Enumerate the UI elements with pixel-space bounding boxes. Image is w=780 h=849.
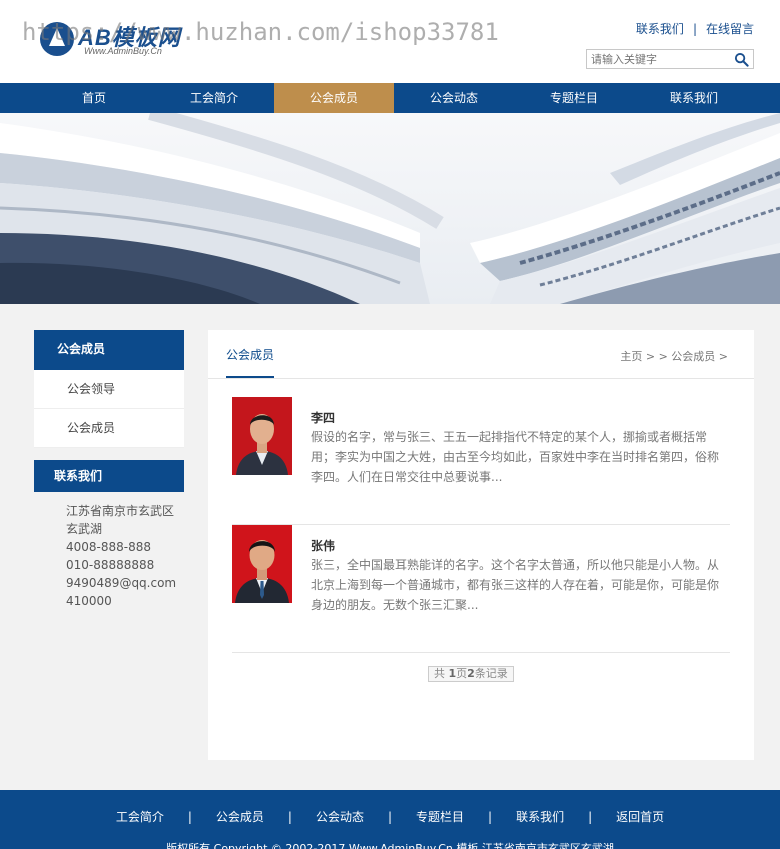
footer: 工会简介 | 公会成员 | 公会动态 | 专题栏目 | 联系我们 | 返回首页 版权所有 Copyr… — [0, 790, 780, 849]
pagination-middle: 页 — [456, 667, 468, 680]
nav-item-contact[interactable]: 联系我们 — [634, 83, 754, 113]
nav-item-intro[interactable]: 工会简介 — [154, 83, 274, 113]
top-link-message[interactable]: 在线留言 — [706, 22, 754, 36]
contact-tel: 010-88888888 — [66, 558, 155, 572]
header: AB模板网 Www.AdminBuy.Cn https://www.huzhan… — [0, 0, 780, 83]
list-item[interactable]: 李四 假设的名字，常与张三、王五一起排指代不特定的某个人，挪揄或者概括常用；李实… — [232, 397, 730, 525]
contact-address-line2: 玄武湖 — [66, 522, 103, 536]
search-input[interactable] — [591, 51, 729, 67]
member-description: 张三，全中国最耳熟能详的名字。这个名字太普通，所以他只能是小人物。从北京上海到每… — [311, 558, 720, 612]
contact-postcode: 410000 — [66, 594, 112, 608]
list-item[interactable]: 张伟 张三，全中国最耳熟能详的名字。这个名字太普通，所以他只能是小人物。从北京上… — [232, 525, 730, 653]
breadcrumb-separator: > — [645, 350, 656, 363]
footer-link-home[interactable]: 返回首页 — [592, 808, 688, 825]
footer-link-news[interactable]: 公会动态 — [292, 808, 388, 825]
page-title: 公会成员 — [226, 348, 275, 362]
main-content: 公会成员 主页 > > 公会成员 > 李四 假设的名字，常与张三、王五一起排指代… — [208, 330, 754, 760]
search-icon[interactable] — [734, 52, 749, 67]
footer-link-intro[interactable]: 工会简介 — [92, 808, 188, 825]
pagination-prefix: 共 — [434, 667, 445, 680]
main-nav: 首页 工会简介 公会成员 公会动态 专题栏目 联系我们 — [0, 83, 780, 113]
contact-title: 联系我们 — [34, 460, 184, 492]
content-header: 公会成员 主页 > > 公会成员 > — [208, 330, 754, 379]
breadcrumb-separator: > — [658, 350, 668, 363]
sidebar-item-leaders[interactable]: 公会领导 — [34, 370, 184, 409]
copyright-text: 版权所有 Copyright © 2002-2017 Www.AdminBuy.… — [166, 842, 614, 849]
contact-email: 9490489@qq.com — [66, 576, 177, 590]
breadcrumb-members[interactable]: 公会成员 — [671, 350, 715, 363]
member-description: 假设的名字，常与张三、王五一起排指代不特定的某个人，挪揄或者概括常用；李实为中国… — [311, 430, 720, 484]
pagination-suffix: 条记录 — [474, 667, 508, 680]
sidebar-category-box: 公会成员 公会领导 公会成员 — [34, 330, 184, 448]
sidebar-title: 公会成员 — [34, 330, 184, 370]
breadcrumb: 主页 > > 公会成员 > — [620, 348, 728, 364]
watermark-text: https://www.huzhan.com/ishop33781 — [22, 18, 499, 46]
pagination-page-count: 1 — [448, 667, 457, 680]
nav-item-topics[interactable]: 专题栏目 — [514, 83, 634, 113]
contact-info: 江苏省南京市玄武区 玄武湖 4008-888-888 010-88888888 … — [66, 502, 184, 610]
breadcrumb-home[interactable]: 主页 — [620, 350, 642, 363]
banner-architecture-graphic — [0, 113, 780, 304]
pagination: 共 1页2条记录 — [428, 666, 514, 682]
portrait-image — [232, 397, 292, 475]
top-link-contact[interactable]: 联系我们 — [636, 22, 684, 36]
footer-link-members[interactable]: 公会成员 — [192, 808, 288, 825]
banner-image — [0, 113, 780, 304]
member-photo[interactable] — [232, 397, 292, 475]
footer-link-contact[interactable]: 联系我们 — [492, 808, 588, 825]
title-underline — [226, 376, 274, 378]
top-link-separator: | — [692, 22, 697, 36]
sidebar-item-members[interactable]: 公会成员 — [34, 409, 184, 448]
member-photo[interactable] — [232, 525, 292, 603]
pagination-record-count: 2 — [467, 667, 475, 680]
nav-item-news[interactable]: 公会动态 — [394, 83, 514, 113]
portrait-image — [232, 525, 292, 603]
top-links: 联系我们 | 在线留言 — [636, 20, 754, 37]
member-name[interactable]: 李四 — [311, 409, 335, 426]
breadcrumb-separator: > — [718, 350, 728, 363]
contact-phone: 4008-888-888 — [66, 540, 152, 554]
contact-address-line1: 江苏省南京市玄武区 — [66, 504, 175, 518]
search-box — [586, 49, 754, 69]
footer-links: 工会简介 | 公会成员 | 公会动态 | 专题栏目 | 联系我们 | 返回首页 — [0, 808, 780, 825]
member-name[interactable]: 张伟 — [311, 537, 335, 554]
nav-item-home[interactable]: 首页 — [34, 83, 154, 113]
footer-link-topics[interactable]: 专题栏目 — [392, 808, 488, 825]
logo-subtitle: Www.AdminBuy.Cn — [84, 46, 162, 56]
nav-item-members[interactable]: 公会成员 — [274, 83, 394, 113]
